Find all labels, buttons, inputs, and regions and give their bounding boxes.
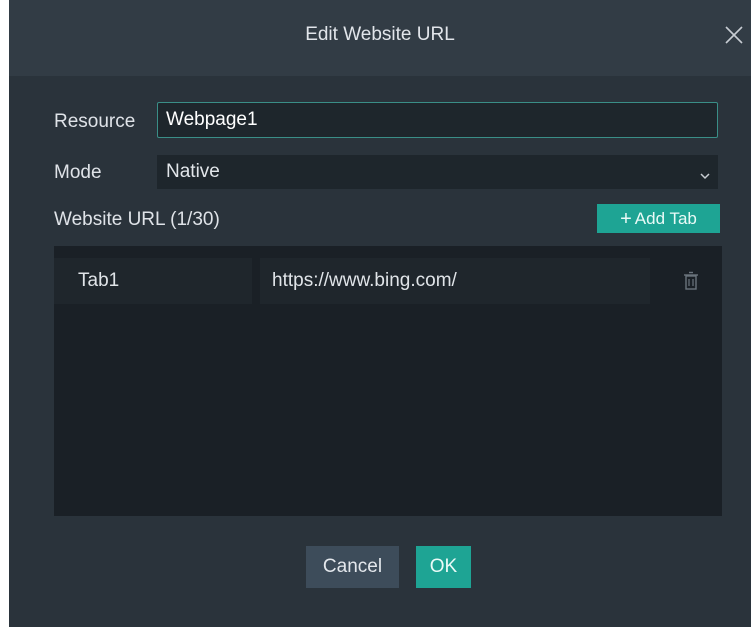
plus-icon: +	[620, 207, 632, 230]
ok-button[interactable]: OK	[416, 546, 471, 588]
cancel-button[interactable]: Cancel	[306, 546, 399, 588]
tab-url: https://www.bing.com/	[272, 270, 457, 291]
add-tab-button[interactable]: + Add Tab	[597, 204, 720, 233]
edit-website-url-dialog: Edit Website URL Resource Mode Native We…	[9, 0, 751, 627]
add-tab-label: Add Tab	[634, 208, 697, 228]
dialog-titlebar: Edit Website URL	[9, 0, 751, 76]
resource-label: Resource	[54, 111, 136, 132]
mode-label: Mode	[54, 162, 102, 183]
tab-name: Tab1	[78, 270, 120, 291]
chevron-down-icon	[700, 167, 710, 185]
close-icon[interactable]	[721, 22, 747, 48]
resource-input[interactable]	[157, 102, 718, 138]
tab-url-cell[interactable]: https://www.bing.com/	[260, 258, 650, 304]
tab-row: Tab1 https://www.bing.com/	[54, 258, 722, 304]
website-url-count: (1/30)	[170, 209, 220, 230]
tabs-list: Tab1 https://www.bing.com/	[54, 246, 722, 516]
mode-selected-value: Native	[166, 161, 220, 182]
website-url-heading: Website URL (1/30)	[54, 209, 220, 231]
website-url-label: Website URL	[54, 209, 165, 230]
dialog-title: Edit Website URL	[305, 24, 455, 45]
mode-select[interactable]: Native	[157, 155, 718, 189]
trash-icon[interactable]	[680, 270, 702, 292]
tab-name-cell[interactable]: Tab1	[54, 258, 252, 304]
